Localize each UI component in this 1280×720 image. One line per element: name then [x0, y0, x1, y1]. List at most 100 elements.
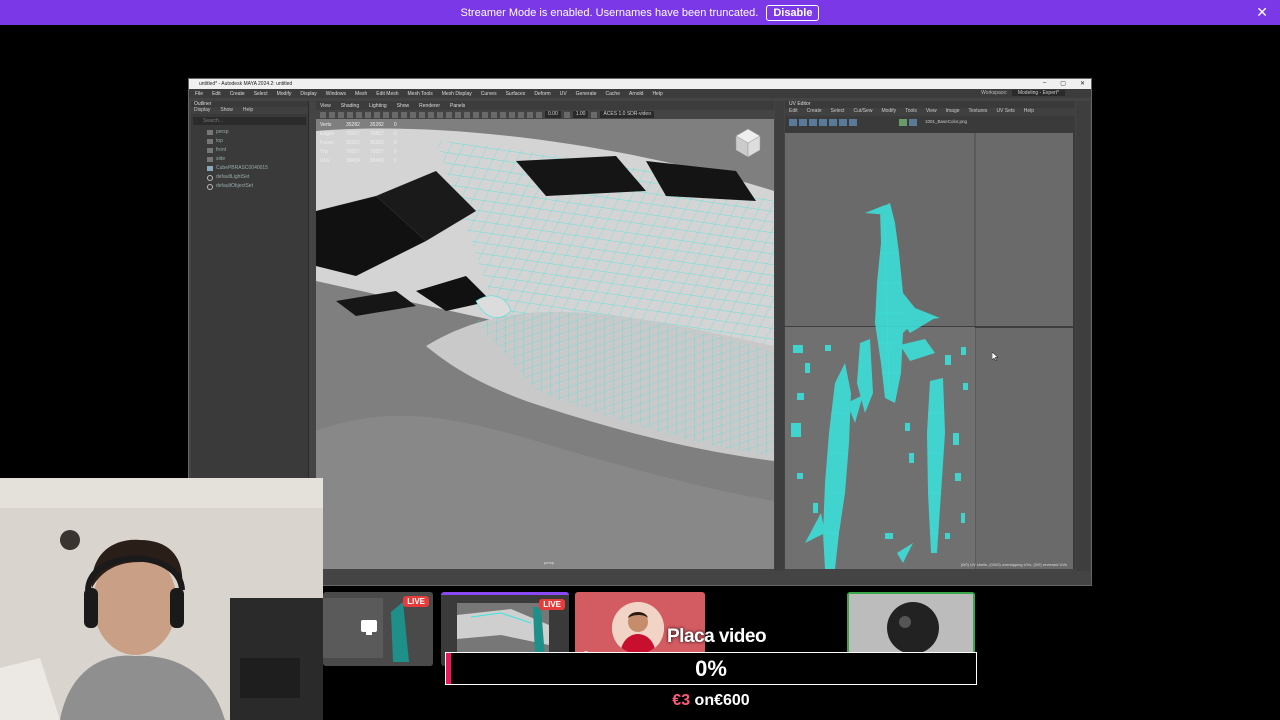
- uv-tool-icon[interactable]: [909, 118, 917, 126]
- ao-icon[interactable]: [473, 111, 479, 118]
- uv-menu-image[interactable]: Image: [946, 108, 960, 116]
- uv-tool-icon[interactable]: [819, 118, 827, 126]
- maximize-icon[interactable]: ▢: [1060, 80, 1066, 87]
- viewport-menu-view[interactable]: View: [320, 103, 331, 109]
- modelling-toolkit-tab[interactable]: [775, 101, 784, 571]
- gate-mask-icon[interactable]: [383, 111, 389, 118]
- minimize-icon[interactable]: –: [1043, 80, 1046, 87]
- menu-modify[interactable]: Modify: [277, 91, 292, 97]
- menu-file[interactable]: File: [195, 91, 203, 97]
- shadows-icon[interactable]: [464, 111, 470, 118]
- uv-menu-view[interactable]: View: [926, 108, 937, 116]
- outliner-item[interactable]: CubePBRASC0040015: [191, 164, 308, 173]
- uv-tool-icon[interactable]: [829, 118, 837, 126]
- isolate-icon[interactable]: [500, 111, 506, 118]
- exposure-icon[interactable]: [536, 111, 542, 118]
- xray-joints-icon[interactable]: [518, 111, 524, 118]
- field-chart-icon[interactable]: [392, 111, 398, 118]
- backface-icon[interactable]: [527, 111, 533, 118]
- viewport-menu-lighting[interactable]: Lighting: [369, 103, 387, 109]
- uv-menu-uv-sets[interactable]: UV Sets: [996, 108, 1014, 116]
- colorspace-field[interactable]: ACES 1.0 SDR-video: [600, 111, 654, 118]
- uv-menu-modify[interactable]: Modify: [881, 108, 896, 116]
- menu-windows[interactable]: Windows: [326, 91, 346, 97]
- uv-tool-icon[interactable]: [799, 118, 807, 126]
- uv-menu-edit[interactable]: Edit: [789, 108, 798, 116]
- resolution-gate-icon[interactable]: [374, 111, 380, 118]
- xray-icon[interactable]: [509, 111, 515, 118]
- outliner-search-input[interactable]: Search...: [193, 117, 306, 125]
- exposure-field[interactable]: 0.00: [545, 111, 561, 118]
- smooth-shade-icon[interactable]: [428, 111, 434, 118]
- outliner-menu-help[interactable]: Help: [243, 107, 253, 114]
- menu-select[interactable]: Select: [254, 91, 268, 97]
- bookmark-icon[interactable]: [338, 111, 344, 118]
- menu-display[interactable]: Display: [300, 91, 316, 97]
- gamma-field[interactable]: 1.00: [572, 111, 589, 118]
- uv-menu-textures[interactable]: Textures: [969, 108, 988, 116]
- outliner-item[interactable]: top: [191, 137, 308, 146]
- safe-action-icon[interactable]: [401, 111, 407, 118]
- uv-menu-select[interactable]: Select: [831, 108, 845, 116]
- viewport-menu-renderer[interactable]: Renderer: [419, 103, 440, 109]
- menu-surfaces[interactable]: Surfaces: [506, 91, 526, 97]
- texture-selector[interactable]: 1001_BaseColor.png: [925, 119, 967, 126]
- outliner-item[interactable]: persp: [191, 128, 308, 137]
- outliner-item[interactable]: front: [191, 146, 308, 155]
- menu-edit-mesh[interactable]: Edit Mesh: [376, 91, 398, 97]
- uv-menu-create[interactable]: Create: [807, 108, 822, 116]
- outliner-item[interactable]: defaultLightSet: [191, 173, 308, 182]
- gamma-icon[interactable]: [563, 111, 570, 118]
- wireframe-icon[interactable]: [419, 111, 425, 118]
- menu-deform[interactable]: Deform: [534, 91, 550, 97]
- uv-canvas[interactable]: (0/0) UV shells, (0/0/0) overlapping UVs…: [785, 133, 1073, 569]
- camera-icon[interactable]: [320, 111, 326, 118]
- menu-uv[interactable]: UV: [560, 91, 567, 97]
- image-plane-icon[interactable]: [347, 111, 353, 118]
- uv-menu-tools[interactable]: Tools: [905, 108, 917, 116]
- uv-tool-icon[interactable]: [899, 118, 907, 126]
- menu-edit[interactable]: Edit: [212, 91, 221, 97]
- menu-generate[interactable]: Generate: [576, 91, 597, 97]
- outliner-item-label: CubePBRASC0040015: [216, 165, 268, 171]
- film-gate-icon[interactable]: [365, 111, 371, 118]
- uv-tool-icon[interactable]: [789, 118, 797, 126]
- safe-title-icon[interactable]: [410, 111, 416, 118]
- 3d-viewport[interactable]: View Shading Lighting Show Renderer Pane…: [316, 101, 774, 569]
- grid-icon[interactable]: [356, 111, 362, 118]
- viewport-menu-shading[interactable]: Shading: [341, 103, 359, 109]
- viewport-menu-show[interactable]: Show: [397, 103, 410, 109]
- uv-tool-icon[interactable]: [809, 118, 817, 126]
- menu-curves[interactable]: Curves: [481, 91, 497, 97]
- menu-create[interactable]: Create: [230, 91, 245, 97]
- lights-icon[interactable]: [455, 111, 461, 118]
- close-window-icon[interactable]: ✕: [1080, 80, 1085, 87]
- outliner-item[interactable]: side: [191, 155, 308, 164]
- workspace-selector[interactable]: Workspace: Modeling - Expert*: [981, 90, 1065, 96]
- dof-icon[interactable]: [491, 111, 497, 118]
- aa-icon[interactable]: [482, 111, 488, 118]
- outliner-item[interactable]: defaultObjectSet: [191, 182, 308, 191]
- workspace-value[interactable]: Modeling - Expert*: [1011, 90, 1065, 96]
- attribute-editor-tab[interactable]: [1076, 101, 1090, 571]
- menu-cache[interactable]: Cache: [606, 91, 620, 97]
- uv-menu-help[interactable]: Help: [1024, 108, 1034, 116]
- textured-icon[interactable]: [446, 111, 452, 118]
- disable-button[interactable]: Disable: [766, 4, 820, 21]
- lock-icon[interactable]: [329, 111, 335, 118]
- uv-menu-cut-sew[interactable]: Cut/Sew: [854, 108, 873, 116]
- menu-arnold[interactable]: Arnold: [629, 91, 643, 97]
- menu-mesh[interactable]: Mesh: [355, 91, 367, 97]
- uv-tool-icon[interactable]: [839, 118, 847, 126]
- uv-tool-icon[interactable]: [849, 118, 857, 126]
- menu-mesh-tools[interactable]: Mesh Tools: [408, 91, 433, 97]
- close-icon[interactable]: ✕: [1256, 4, 1268, 21]
- wireframe-on-shaded-icon[interactable]: [437, 111, 443, 118]
- outliner-menu-show[interactable]: Show: [220, 107, 233, 114]
- outliner-menu-display[interactable]: Display: [194, 107, 210, 114]
- menu-mesh-display[interactable]: Mesh Display: [442, 91, 472, 97]
- menu-help[interactable]: Help: [652, 91, 662, 97]
- screen-share-thumbnail[interactable]: LIVE: [323, 592, 433, 666]
- viewport-menu-panels[interactable]: Panels: [450, 103, 465, 109]
- color-management-icon[interactable]: [591, 111, 598, 118]
